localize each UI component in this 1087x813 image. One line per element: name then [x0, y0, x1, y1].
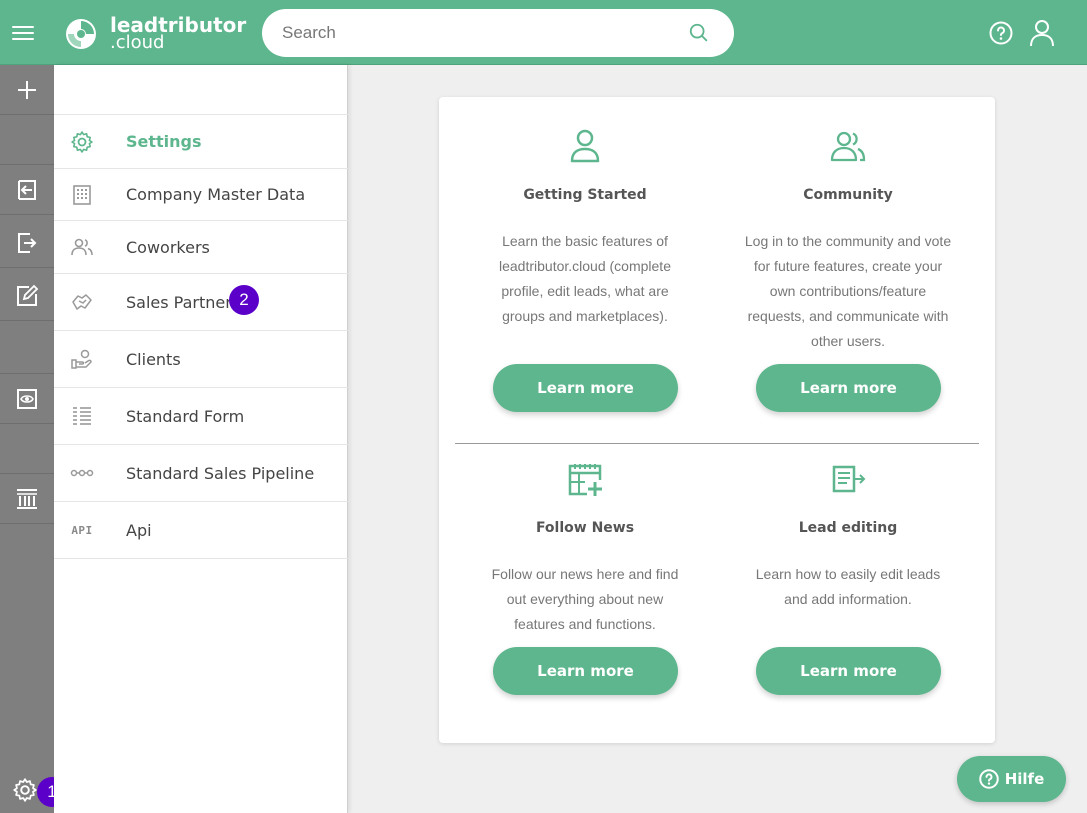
add-icon [18, 80, 36, 99]
sign-out-button[interactable] [0, 218, 54, 268]
tile-text: Learn how to easily edit leads and add i… [755, 566, 941, 607]
users-icon [69, 234, 95, 260]
help-icon [978, 769, 999, 789]
user-profile-icon[interactable] [1029, 19, 1055, 47]
sidebar-item-label: Standard Sales Pipeline [126, 463, 315, 483]
sidebar-item-sales-partners[interactable]: Sales Partners 2 [54, 274, 348, 331]
logo[interactable]: leadtributor .cloud [64, 12, 246, 56]
calendar-add-icon [568, 464, 603, 496]
eye-icon [17, 388, 37, 409]
divider [455, 443, 979, 444]
sidebar-item-label: Sales Partners [126, 292, 241, 312]
gear-icon[interactable] [12, 777, 38, 803]
sidebar-item-label: Standard Form [126, 406, 245, 426]
tile-title: Lead editing [798, 520, 898, 536]
sidebar-item-settings[interactable]: Settings [54, 115, 348, 169]
sidebar-item-coworkers[interactable]: Coworkers [54, 221, 348, 274]
sidebar-item-label: Api [126, 520, 152, 540]
tile-title: Follow News [535, 520, 635, 536]
search-input[interactable] [262, 23, 662, 43]
settings-sidebar: Settings Company Master Data Coworkers S… [54, 65, 348, 813]
add-button[interactable] [0, 65, 54, 115]
learn-more-button[interactable]: Learn more [493, 647, 678, 695]
handshake-icon [69, 289, 95, 315]
sidebar-item-standard-sales-pipeline[interactable]: Standard Sales Pipeline [54, 445, 348, 502]
logo-icon [66, 19, 96, 49]
sidebar-item-standard-form[interactable]: Standard Form [54, 388, 348, 445]
rail-spacer [0, 324, 54, 374]
building-icon [69, 182, 95, 208]
gear-icon [69, 129, 95, 155]
api-icon-text: API [71, 523, 93, 537]
help-button-label: Hilfe [1004, 770, 1045, 788]
tile-text: Log in to the community and vote for fut… [744, 233, 952, 349]
tile-text: Learn the basic features of leadtributor… [499, 233, 671, 324]
sidebar-item-label: Coworkers [126, 237, 210, 257]
tile-title: Getting Started [523, 187, 647, 203]
sidebar-item-api[interactable]: API Api [54, 502, 348, 559]
columns-icon [17, 488, 37, 509]
sign-in-button[interactable] [0, 165, 54, 215]
tile-title: Community [803, 187, 893, 203]
edit-icon [17, 284, 39, 306]
view-button[interactable] [0, 374, 54, 424]
help-button[interactable]: Hilfe [957, 756, 1066, 802]
top-bar: leadtributor .cloud [0, 0, 1087, 65]
sidebar-item-clients[interactable]: Clients [54, 331, 348, 388]
sign-out-icon [18, 232, 37, 253]
api-icon: API [69, 517, 95, 543]
tile-text: Follow our news here and find out everyt… [491, 566, 679, 632]
rail-spacer [0, 424, 54, 474]
learn-more-button[interactable]: Learn more [756, 364, 941, 412]
rail-spacer [0, 115, 54, 165]
tile-lead-editing: Lead editing Learn how to easily edit le… [718, 460, 978, 612]
sidebar-header-blank [54, 65, 348, 115]
learn-more-button[interactable]: Learn more [756, 647, 941, 695]
sidebar-item-label: Clients [126, 349, 181, 369]
tile-follow-news: Follow News Follow our news here and fin… [455, 460, 715, 637]
sign-in-icon [18, 179, 36, 200]
sidebar-item-label: Company Master Data [126, 185, 306, 204]
document-arrow-icon [832, 465, 866, 493]
form-icon [69, 403, 95, 429]
sidebar-item-label: Settings [126, 132, 202, 151]
columns-button[interactable] [0, 474, 54, 524]
edit-button[interactable] [0, 271, 54, 321]
client-icon [69, 346, 95, 372]
search-bar [262, 9, 734, 57]
user-icon [570, 129, 600, 163]
help-topics-card: Getting Started Learn the basic features… [439, 97, 995, 743]
search-icon[interactable] [688, 22, 710, 44]
help-icon[interactable] [989, 21, 1013, 45]
menu-icon[interactable] [12, 22, 34, 42]
learn-more-button[interactable]: Learn more [493, 364, 678, 412]
notification-badge: 2 [229, 285, 259, 315]
tile-getting-started: Getting Started Learn the basic features… [455, 127, 715, 329]
tile-community: Community Log in to the community and vo… [718, 127, 978, 354]
sidebar-item-company-master-data[interactable]: Company Master Data [54, 169, 348, 221]
left-rail: 1 [0, 65, 67, 813]
users-icon [830, 131, 866, 162]
pipeline-icon [69, 460, 95, 486]
